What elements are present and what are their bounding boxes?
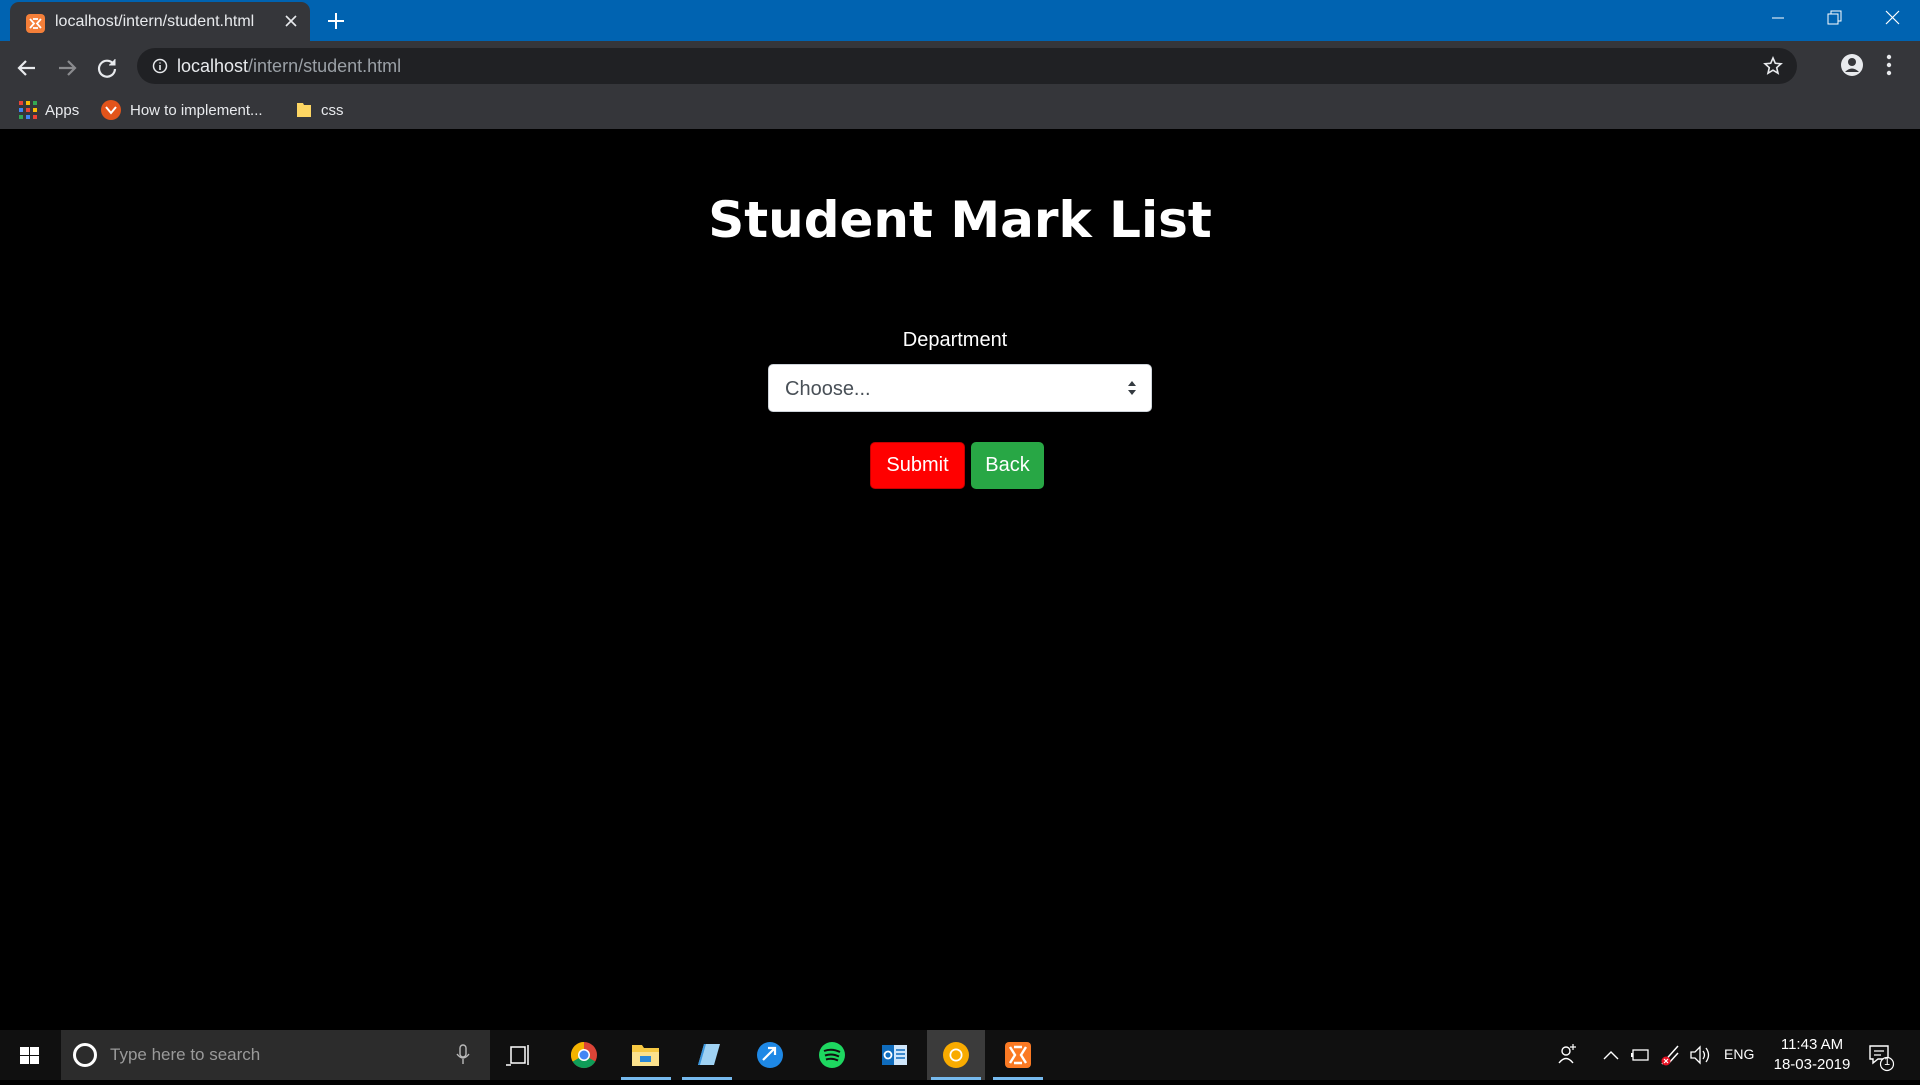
- chrome-canary-icon: [943, 1042, 969, 1068]
- language-indicator[interactable]: ENG: [1724, 1046, 1754, 1062]
- tab-title: localhost/intern/student.html: [55, 13, 255, 30]
- task-view-icon: [506, 1045, 529, 1066]
- outlook-icon: [882, 1045, 907, 1065]
- restore-icon: [1827, 10, 1842, 25]
- chevron-up-icon[interactable]: [1601, 1030, 1621, 1080]
- page-body: Student Mark List Department Choose... S…: [0, 129, 1920, 1030]
- xampp-favicon-icon: [26, 14, 45, 33]
- bookmark-star-icon[interactable]: [1763, 56, 1783, 76]
- department-select[interactable]: Choose...: [768, 364, 1152, 412]
- profile-avatar-icon[interactable]: [1839, 52, 1865, 78]
- minimize-button[interactable]: [1750, 0, 1806, 41]
- taskbar-search-box[interactable]: Type here to search: [61, 1030, 490, 1080]
- bookmark-label: How to implement...: [130, 101, 263, 119]
- notepad-app-icon: [698, 1044, 720, 1065]
- spotify-icon: [819, 1042, 845, 1068]
- taskbar-spotify[interactable]: [803, 1030, 861, 1080]
- bookmark-label: css: [321, 101, 344, 119]
- clock-date: 18-03-2019: [1773, 1056, 1851, 1073]
- close-tab-icon[interactable]: [283, 13, 299, 29]
- xampp-icon: [1005, 1042, 1031, 1068]
- clock-time: 11:43 AM: [1780, 1036, 1844, 1053]
- notification-count: 1: [1884, 1056, 1891, 1068]
- microphone-icon[interactable]: [456, 1044, 470, 1066]
- taskbar-xampp[interactable]: [989, 1030, 1047, 1080]
- browser-tab[interactable]: localhost/intern/student.html: [10, 2, 310, 41]
- url-text: localhost/intern/student.html: [177, 56, 401, 77]
- volume-icon[interactable]: [1688, 1030, 1712, 1080]
- page-title: Student Mark List: [708, 191, 1212, 249]
- close-icon: [1885, 10, 1900, 25]
- address-bar[interactable]: localhost/intern/student.html: [137, 48, 1797, 84]
- app-store-icon: [757, 1042, 783, 1068]
- submit-button[interactable]: Submit: [870, 442, 965, 489]
- select-updown-icon: [1128, 381, 1136, 395]
- taskbar-outlook[interactable]: [865, 1030, 923, 1080]
- battery-icon[interactable]: [1630, 1030, 1652, 1080]
- browser-toolbar: localhost/intern/student.html Apps How t…: [0, 41, 1920, 129]
- site-favicon-icon: [101, 100, 121, 120]
- url-host: localhost: [177, 56, 249, 76]
- windows-logo-icon: [20, 1047, 39, 1064]
- forward-arrow-icon[interactable]: [51, 52, 83, 84]
- taskbar-chrome-canary[interactable]: [927, 1030, 985, 1080]
- taskbar-app-store[interactable]: [741, 1030, 799, 1080]
- start-button[interactable]: [0, 1030, 58, 1080]
- department-label: Department: [902, 329, 1008, 351]
- cortana-icon: [73, 1043, 97, 1067]
- taskbar-notepad-app[interactable]: [678, 1030, 736, 1080]
- people-icon[interactable]: [1554, 1030, 1582, 1080]
- windows-taskbar: Type here to search ENG 11:43 AM 18-03-2…: [0, 1030, 1920, 1080]
- url-path: /intern/student.html: [248, 56, 402, 76]
- taskbar-chrome[interactable]: [555, 1030, 613, 1080]
- task-view-button[interactable]: [491, 1030, 549, 1080]
- kebab-menu-icon[interactable]: [1884, 52, 1894, 78]
- back-arrow-icon[interactable]: [11, 52, 43, 84]
- restore-button[interactable]: [1806, 0, 1862, 41]
- new-tab-icon[interactable]: [325, 10, 347, 32]
- browser-titlebar: localhost/intern/student.html: [0, 0, 1920, 41]
- folder-icon: [297, 103, 311, 117]
- close-window-button[interactable]: [1864, 0, 1920, 41]
- file-explorer-icon: [632, 1045, 659, 1066]
- bookmark-label: Apps: [45, 101, 80, 119]
- info-icon[interactable]: [152, 58, 168, 74]
- notification-icon: [1869, 1045, 1895, 1072]
- clock[interactable]: 11:43 AM 18-03-2019: [1762, 1035, 1862, 1075]
- taskbar-file-explorer[interactable]: [617, 1030, 675, 1080]
- back-button[interactable]: Back: [971, 442, 1044, 489]
- minimize-icon: [1772, 17, 1784, 19]
- action-center-button[interactable]: 1: [1866, 1030, 1896, 1080]
- bookmark-folder-css[interactable]: css: [295, 97, 344, 123]
- bookmark-apps[interactable]: Apps: [19, 97, 79, 123]
- reload-icon[interactable]: [91, 52, 123, 84]
- search-placeholder: Type here to search: [110, 1045, 261, 1064]
- bookmarks-bar: Apps How to implement... css: [0, 91, 1920, 129]
- department-select-value: Choose...: [785, 378, 871, 400]
- bookmark-how-to-implement[interactable]: How to implement...: [100, 97, 263, 123]
- chrome-icon: [570, 1041, 597, 1069]
- network-disconnected-icon[interactable]: [1659, 1030, 1681, 1080]
- apps-grid-icon: [19, 101, 37, 119]
